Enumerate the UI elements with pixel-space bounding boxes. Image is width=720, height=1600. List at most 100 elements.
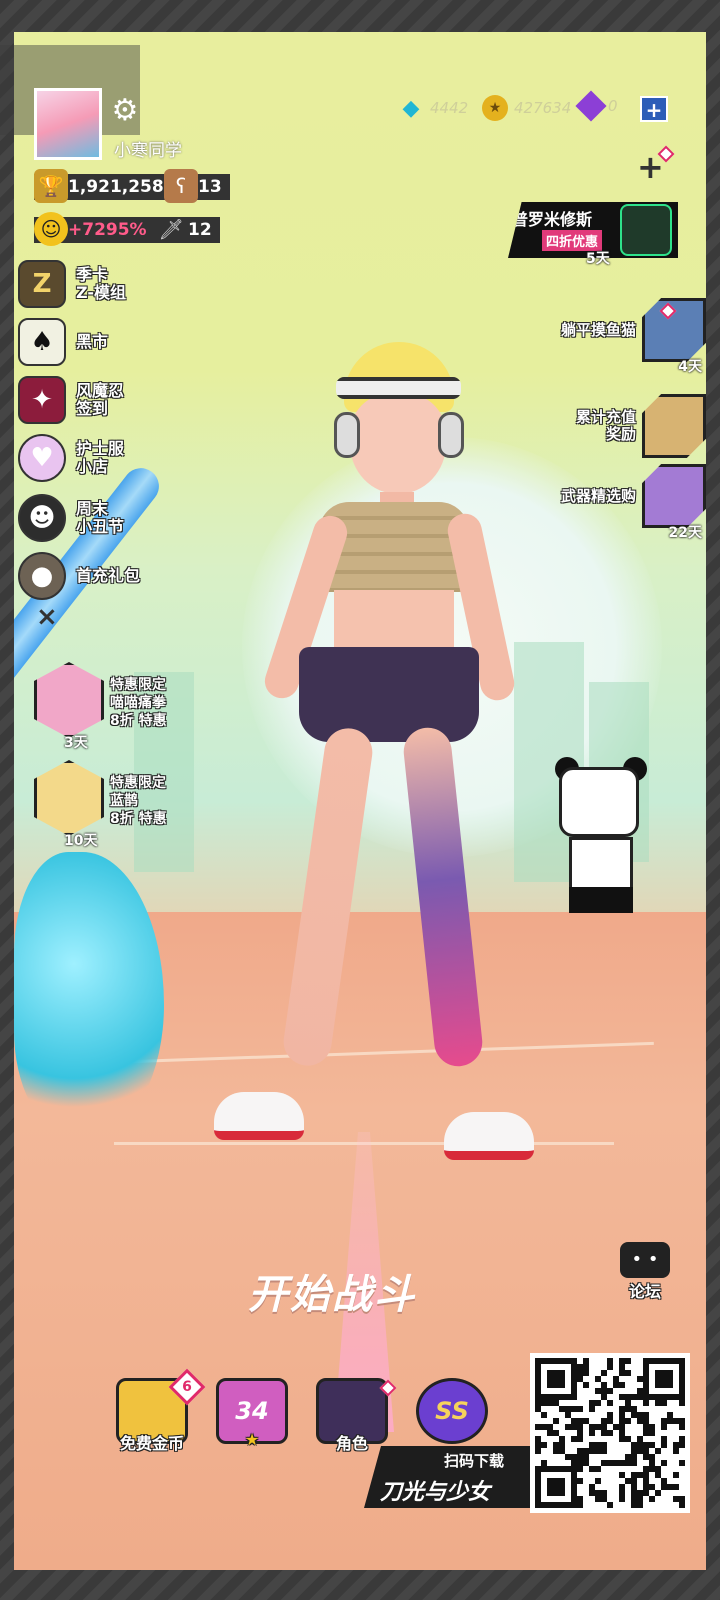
qr-cell [619, 1382, 625, 1388]
z-card-icon: Z [18, 260, 66, 308]
offer-name: 蓝鹊 [110, 793, 138, 809]
qr-cell [637, 1502, 643, 1508]
qr-cell [649, 1430, 655, 1436]
scan-download-label: 扫码下载 [444, 1452, 505, 1470]
menu-label: 首充礼包 [76, 566, 141, 585]
promo-title: 普罗米修斯 [512, 210, 593, 229]
qr-cell [673, 1484, 679, 1490]
qr-cell [577, 1406, 583, 1412]
qr-cell [553, 1418, 559, 1424]
qr-cell [679, 1460, 685, 1466]
qr-cell [607, 1388, 613, 1394]
player-character[interactable] [194, 332, 534, 1202]
menu-season-card[interactable]: Z 季卡 Z-模组 [18, 258, 218, 310]
qr-cell [661, 1424, 667, 1430]
sale-tag-icon [642, 394, 706, 458]
forum-button[interactable]: • • 论坛 [614, 1242, 676, 1308]
gem-currency: ◆ 4442 [398, 95, 469, 121]
avatar[interactable] [34, 88, 102, 160]
qr-cell [679, 1400, 685, 1406]
qr-cell [649, 1496, 655, 1502]
weapon-box-icon [642, 464, 706, 528]
gem-icon: ◆ [402, 95, 420, 121]
qr-cell [595, 1466, 601, 1472]
ticket-amount: 0 [608, 97, 618, 115]
character-shoe-left [444, 1112, 534, 1160]
panda-pet[interactable] [549, 757, 659, 917]
event-weapon-select[interactable]: 武器精选购 22天 [561, 456, 706, 541]
add-currency-button[interactable]: + [640, 96, 668, 122]
qr-cell [583, 1370, 589, 1376]
qr-cell [607, 1430, 613, 1436]
qr-cell [673, 1448, 679, 1454]
star-icon: ★ [244, 1430, 260, 1449]
menu-clown-festival[interactable]: ☻ 周末 小丑节 [18, 492, 218, 544]
headphone-left [334, 412, 360, 458]
qr-cell [643, 1400, 649, 1406]
menu-black-market[interactable]: ♠ 黑市 [18, 316, 218, 368]
offer-name: 喵喵痛拳 [110, 695, 166, 711]
promo-portrait [620, 204, 672, 256]
gold-coin-icon: ★ [482, 95, 508, 121]
gem-amount: 4442 [430, 99, 469, 117]
ss-orb-icon: SS [416, 1378, 488, 1444]
level-button[interactable]: 34 ★ [212, 1378, 292, 1468]
free-gold-button[interactable]: 免费金币 6 [112, 1368, 206, 1468]
character-leg-right [280, 725, 376, 1069]
qr-cell [601, 1370, 607, 1376]
ticket-currency: 0 [575, 90, 618, 122]
qr-cell [679, 1424, 685, 1430]
panda-legs [569, 887, 633, 913]
qr-cell [541, 1442, 547, 1448]
qr-cell [577, 1502, 583, 1508]
qr-cell [625, 1418, 631, 1424]
qr-cell [541, 1412, 547, 1418]
nurse-icon: ♥ [18, 434, 66, 482]
bear-stat: ʕ 13 [164, 169, 230, 203]
offer-cat-fist[interactable]: 特惠限定 喵喵痛拳 8折 特惠 3天 [14, 662, 194, 754]
character-face [350, 394, 446, 494]
qr-cell [577, 1478, 583, 1484]
menu-label: 周末 小丑节 [76, 499, 125, 536]
gear-icon[interactable]: ⚙ [108, 94, 142, 128]
offer-portrait [34, 662, 104, 738]
sword-icon: 🗡 [158, 217, 184, 241]
event-label: 躺平摸鱼猫 [560, 320, 636, 339]
smiley-icon: ☺ [34, 212, 68, 246]
menu-ninja-signin[interactable]: ✦ 风魔忍 签到 [18, 374, 218, 426]
menu-first-recharge[interactable]: ● 首充礼包 [18, 550, 218, 602]
qr-cell [589, 1430, 595, 1436]
piggy-icon: ● [18, 552, 66, 600]
download-banner: 扫码下载 刀光与少女 [364, 1446, 534, 1508]
bear-icon: ʕ [164, 169, 198, 203]
event-lazy-cat[interactable]: 躺平摸鱼猫 4天 [560, 290, 706, 375]
character-belly [334, 590, 454, 650]
offer-tag: 特惠限定 [110, 775, 166, 791]
qr-cell [607, 1364, 613, 1370]
menu-label: 护士服 小店 [76, 439, 125, 476]
trophy-icon: 🏆 [34, 169, 68, 203]
menu-nurse-shop[interactable]: ♥ 护士服 小店 [18, 432, 218, 484]
qr-cell [577, 1466, 583, 1472]
qr-cell [595, 1478, 601, 1484]
offer-tag: 特惠限定 [110, 677, 166, 693]
menu-label: 黑市 [76, 332, 109, 351]
bonus-stat: ☺ +7295% [34, 212, 155, 246]
offer-discount: 8折 特惠 [110, 811, 167, 827]
offer-portrait [34, 760, 104, 836]
qr-cell [583, 1382, 589, 1388]
qr-cell [589, 1406, 595, 1412]
water-splash [14, 852, 164, 1132]
qr-cell [655, 1448, 661, 1454]
qr-cell [559, 1490, 565, 1496]
clown-icon: ☻ [18, 494, 66, 542]
character-leg-left [401, 725, 485, 1069]
offer-blue-magpie[interactable]: 特惠限定 蓝鹊 8折 特惠 10天 [14, 760, 194, 852]
close-icon[interactable]: × [36, 602, 58, 632]
start-battle-button[interactable]: 开始战斗 [248, 1262, 416, 1320]
qr-cell [679, 1502, 685, 1508]
menu-label: 风魔忍 签到 [76, 381, 125, 418]
offer-discount: 8折 特惠 [110, 713, 167, 729]
offer-days: 3天 [64, 735, 88, 751]
event-recharge-reward[interactable]: 累计充值 奖励 [576, 386, 706, 466]
